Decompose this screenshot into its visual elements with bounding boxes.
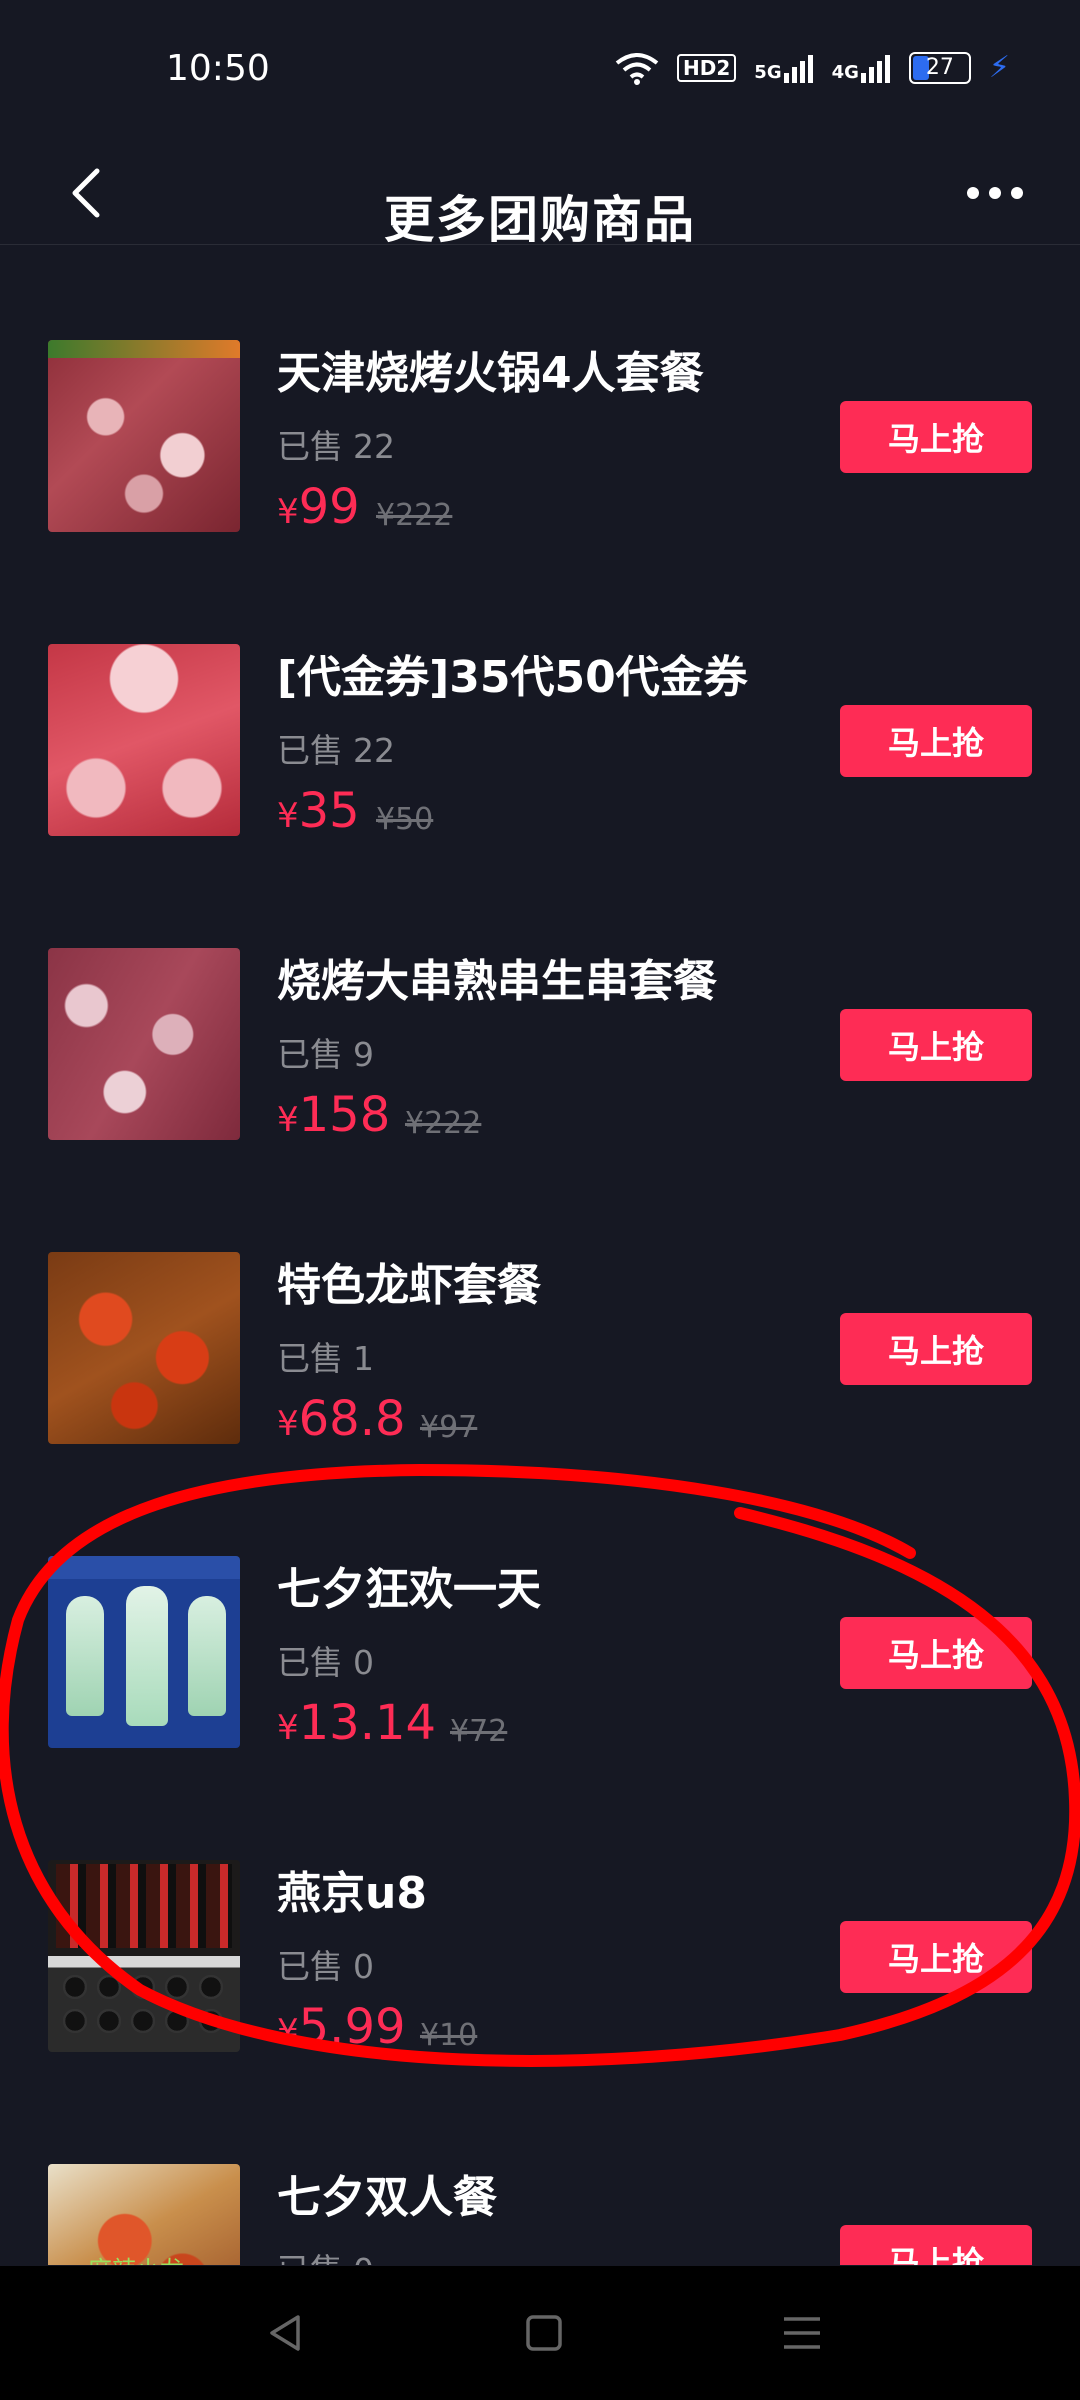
status-bar: 10:50 HD2 5G 4G 27 ⚡ <box>0 0 1080 140</box>
signal-5g-icon: 5G <box>754 53 813 83</box>
product-item[interactable]: 特色龙虾套餐 已售 1 ¥68.8 ¥97 马上抢 <box>0 1157 1080 1461</box>
product-thumbnail[interactable] <box>48 644 240 836</box>
buy-now-button[interactable]: 马上抢 <box>840 2225 1032 2265</box>
original-price: ¥222 <box>405 1106 482 1141</box>
nav-back-button[interactable] <box>226 2266 346 2400</box>
header: 更多团购商品 <box>0 140 1080 249</box>
product-price: ¥99 <box>277 479 360 535</box>
product-item[interactable]: 烧烤大串熟串生串套餐 已售 9 ¥158 ¥222 马上抢 <box>0 853 1080 1157</box>
original-price: ¥10 <box>420 2018 478 2053</box>
product-price: ¥13.14 <box>277 1695 437 1751</box>
battery-level: 27 <box>925 55 954 80</box>
product-list: 天津烧烤火锅4人套餐 已售 22 ¥99 ¥222 马上抢 [代金券]35代50代… <box>0 245 1080 2265</box>
original-price: ¥72 <box>450 1714 508 1749</box>
nav-back-icon <box>270 2315 300 2351</box>
system-nav-bar <box>0 2266 1080 2400</box>
hd-icon: HD2 <box>677 53 737 82</box>
thumbnail-text: 麻辣小龙 <box>88 2250 184 2265</box>
more-dot-icon <box>1011 187 1023 199</box>
original-price: ¥50 <box>376 802 434 837</box>
more-dot-icon <box>967 187 979 199</box>
product-name: 燕京u8 <box>277 1868 427 1919</box>
page-title: 更多团购商品 <box>384 191 696 249</box>
buy-now-button[interactable]: 马上抢 <box>840 1617 1032 1689</box>
product-item[interactable]: 天津烧烤火锅4人套餐 已售 22 ¥99 ¥222 马上抢 <box>0 245 1080 549</box>
more-options-button[interactable] <box>950 158 1040 228</box>
product-price: ¥68.8 <box>277 1391 406 1447</box>
wifi-icon <box>615 52 659 85</box>
sold-count: 已售 22 <box>277 427 395 466</box>
sold-count: 已售0 <box>277 1947 374 1986</box>
sold-count: 已售 22 <box>277 731 395 770</box>
signal-4g-icon: 4G <box>832 53 891 83</box>
battery-icon: 27 <box>908 51 971 84</box>
product-price: ¥5.99 <box>277 1999 406 2055</box>
nav-home-icon <box>526 2315 562 2351</box>
product-price: ¥158 <box>277 1087 391 1143</box>
product-name: 七夕狂欢一天 <box>277 1564 541 1615</box>
sold-count: 已售0 <box>277 1643 374 1682</box>
product-item[interactable]: [代金券]35代50代金券 已售 22 ¥35 ¥50 马上抢 <box>0 549 1080 853</box>
product-name: 烧烤大串熟串生串套餐 <box>277 956 717 1007</box>
buy-now-button[interactable]: 马上抢 <box>840 1009 1032 1081</box>
sold-count: 已售 1 <box>277 1339 374 1378</box>
product-name: 七夕双人餐 <box>277 2172 497 2223</box>
original-price: ¥97 <box>420 1410 478 1445</box>
product-name: 特色龙虾套餐 <box>277 1260 541 1311</box>
product-thumbnail[interactable] <box>48 340 240 532</box>
sold-count: 已售0 <box>277 2244 374 2265</box>
charging-icon: ⚡ <box>988 50 1010 85</box>
buy-now-button[interactable]: 马上抢 <box>840 1921 1032 1993</box>
product-item[interactable]: 七夕狂欢一天 已售 0 ¥13.14 ¥72 马上抢 <box>0 1461 1080 1765</box>
product-thumbnail[interactable] <box>48 948 240 1140</box>
product-item[interactable]: 燕京u8 已售 0 ¥5.99 ¥10 马上抢 <box>0 1765 1080 2069</box>
product-price: ¥35 <box>277 783 360 839</box>
buy-now-button[interactable]: 马上抢 <box>840 705 1032 777</box>
sold-count: 已售 9 <box>277 1035 374 1074</box>
buy-now-button[interactable]: 马上抢 <box>840 401 1032 473</box>
more-dot-icon <box>989 187 1001 199</box>
nav-home-button[interactable] <box>484 2266 604 2400</box>
product-thumbnail[interactable] <box>48 1556 240 1748</box>
nav-menu-icon <box>784 2317 820 2349</box>
product-name: [代金券]35代50代金券 <box>277 652 748 703</box>
product-name: 天津烧烤火锅4人套餐 <box>277 348 704 399</box>
status-icons: HD2 5G 4G 27 ⚡ <box>615 50 1010 85</box>
status-time: 10:50 <box>166 48 270 89</box>
nav-menu-button[interactable] <box>742 2266 862 2400</box>
original-price: ¥222 <box>376 498 453 533</box>
product-thumbnail[interactable]: 麻辣小龙 <box>48 2164 240 2265</box>
product-item[interactable]: 麻辣小龙 七夕双人餐 已售0 马上抢 <box>0 2069 1080 2265</box>
product-thumbnail[interactable] <box>48 1252 240 1444</box>
product-thumbnail[interactable] <box>48 1860 240 2052</box>
buy-now-button[interactable]: 马上抢 <box>840 1313 1032 1385</box>
